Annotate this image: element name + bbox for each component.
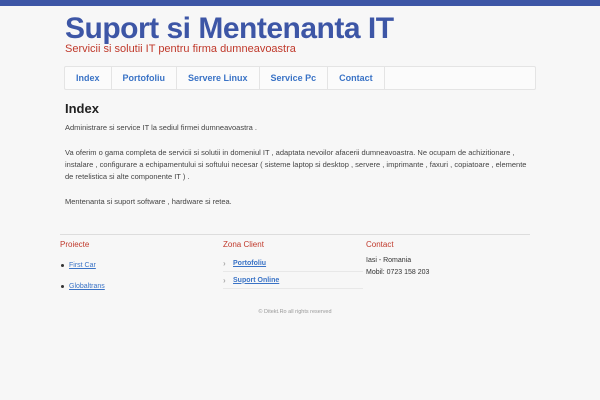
zona-client-title: Zona Client <box>223 240 264 249</box>
project-link-first-car[interactable]: First Car <box>69 262 96 269</box>
main-content: Index Administrare si service IT la sedi… <box>65 101 535 221</box>
main-nav: Index Portofoliu Servere Linux Service P… <box>64 66 536 90</box>
top-accent-bar <box>0 0 600 6</box>
bullet-icon <box>61 264 64 267</box>
page-heading: Index <box>65 101 99 116</box>
bullet-icon <box>61 285 64 288</box>
nav-item-portofoliu[interactable]: Portofoliu <box>112 67 178 89</box>
nav-item-index[interactable]: Index <box>65 67 112 89</box>
zona-link-portofoliu[interactable]: Portofoliu <box>233 260 266 267</box>
support-paragraph: Mentenanta si suport software , hardware… <box>65 197 232 206</box>
zona-item: › Suport Online <box>223 272 363 289</box>
zona-item: › Portofoliu <box>223 255 363 272</box>
proiecte-list: First Car Globaltrans <box>60 255 210 297</box>
chevron-right-icon: › <box>223 258 226 268</box>
copyright-text: © Ditekt.Ro all rights reserved <box>258 309 332 315</box>
proiecte-title: Proiecte <box>60 240 90 249</box>
site-title[interactable]: Suport si Mentenanta IT <box>65 12 394 46</box>
nav-item-contact[interactable]: Contact <box>328 67 385 89</box>
list-item: Globaltrans <box>60 276 210 297</box>
chevron-right-icon: › <box>223 275 226 285</box>
zona-link-suport-online[interactable]: Suport Online <box>233 277 279 284</box>
contact-location: Iasi - Romania <box>366 257 412 264</box>
site-tagline: Servicii si solutii IT pentru firma dumn… <box>65 43 296 55</box>
contact-column: Contact Iasi - Romania Mobil: 0723 158 2… <box>366 240 516 279</box>
footer-divider <box>60 234 530 235</box>
intro-paragraph: Administrare si service IT la sediul fir… <box>65 123 258 132</box>
project-link-globaltrans[interactable]: Globaltrans <box>69 283 105 290</box>
proiecte-column: Proiecte First Car Globaltrans <box>60 240 210 297</box>
list-item: First Car <box>60 255 210 276</box>
nav-item-service-pc[interactable]: Service Pc <box>260 67 329 89</box>
services-paragraph: Va oferim o gama completa de servicii si… <box>65 148 527 181</box>
contact-title: Contact <box>366 240 394 249</box>
nav-item-servere-linux[interactable]: Servere Linux <box>177 67 260 89</box>
zona-client-column: Zona Client › Portofoliu › Suport Online <box>223 240 373 289</box>
contact-phone: Mobil: 0723 158 203 <box>366 269 430 276</box>
